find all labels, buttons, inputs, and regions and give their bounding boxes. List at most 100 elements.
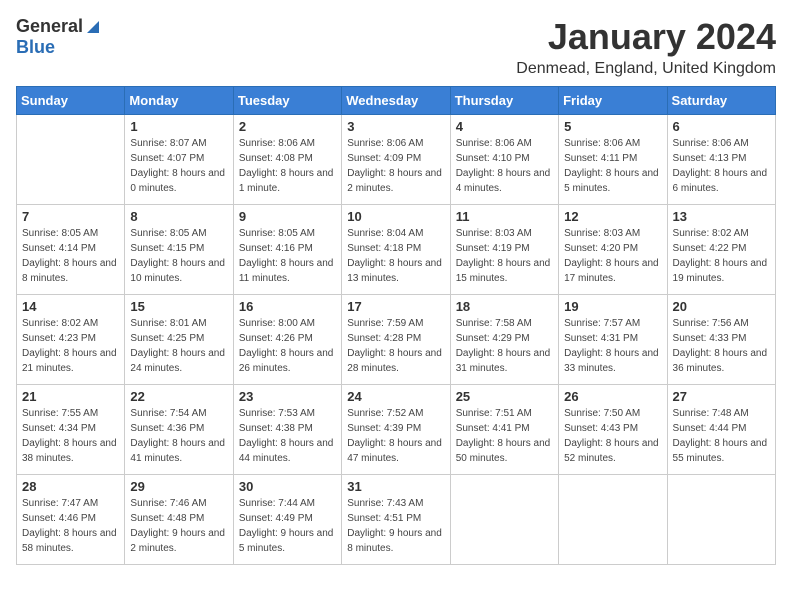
weekday-header-row: SundayMondayTuesdayWednesdayThursdayFrid… <box>17 87 776 115</box>
week-row-4: 21Sunrise: 7:55 AMSunset: 4:34 PMDayligh… <box>17 385 776 475</box>
week-row-3: 14 Sunrise: 8:02 AMSunset: 4:23 PMDayligh… <box>17 295 776 385</box>
day-number: 22 <box>130 389 227 404</box>
calendar-cell: 19 Sunrise: 7:57 AMSunset: 4:31 PMDayligh… <box>559 295 667 385</box>
weekday-header-friday: Friday <box>559 87 667 115</box>
day-number: 26 <box>564 389 661 404</box>
weekday-header-thursday: Thursday <box>450 87 558 115</box>
day-detail: Sunrise: 8:07 AMSunset: 4:07 PMDaylight:… <box>130 136 227 196</box>
calendar-table: SundayMondayTuesdayWednesdayThursdayFrid… <box>16 86 776 565</box>
day-number: 24 <box>347 389 444 404</box>
logo-general-text: General <box>16 16 83 37</box>
title-area: January 2024 Denmead, England, United Ki… <box>516 16 776 78</box>
day-detail: Sunrise: 7:57 AMSunset: 4:31 PMDaylight:… <box>564 316 661 376</box>
logo-triangle-icon <box>85 19 101 35</box>
calendar-cell: 22Sunrise: 7:54 AMSunset: 4:36 PMDayligh… <box>125 385 233 475</box>
day-number: 23 <box>239 389 336 404</box>
day-detail: Sunrise: 8:05 AMSunset: 4:16 PMDaylight:… <box>239 226 336 286</box>
calendar-cell: 3Sunrise: 8:06 AMSunset: 4:09 PMDaylight… <box>342 115 450 205</box>
day-detail: Sunrise: 8:05 AMSunset: 4:14 PMDaylight:… <box>22 226 119 286</box>
day-detail: Sunrise: 7:46 AMSunset: 4:48 PMDaylight:… <box>130 496 227 556</box>
day-number: 27 <box>673 389 770 404</box>
day-detail: Sunrise: 8:06 AMSunset: 4:13 PMDaylight:… <box>673 136 770 196</box>
day-detail: Sunrise: 8:06 AMSunset: 4:08 PMDaylight:… <box>239 136 336 196</box>
day-number: 10 <box>347 209 444 224</box>
day-number: 31 <box>347 479 444 494</box>
logo-blue-text: Blue <box>16 37 55 58</box>
day-number: 28 <box>22 479 119 494</box>
day-detail: Sunrise: 8:03 AMSunset: 4:20 PMDaylight:… <box>564 226 661 286</box>
calendar-cell: 29 Sunrise: 7:46 AMSunset: 4:48 PMDayligh… <box>125 475 233 565</box>
day-number: 17 <box>347 299 444 314</box>
calendar-cell: 14 Sunrise: 8:02 AMSunset: 4:23 PMDayligh… <box>17 295 125 385</box>
calendar-cell: 30Sunrise: 7:44 AMSunset: 4:49 PMDayligh… <box>233 475 341 565</box>
day-detail: Sunrise: 8:02 AMSunset: 4:23 PMDaylight:… <box>22 316 119 376</box>
calendar-cell: 17Sunrise: 7:59 AMSunset: 4:28 PMDayligh… <box>342 295 450 385</box>
calendar-cell: 10 Sunrise: 8:04 AMSunset: 4:18 PMDayligh… <box>342 205 450 295</box>
calendar-cell <box>450 475 558 565</box>
calendar-cell: 27 Sunrise: 7:48 AMSunset: 4:44 PMDayligh… <box>667 385 775 475</box>
calendar-cell <box>17 115 125 205</box>
day-detail: Sunrise: 7:58 AMSunset: 4:29 PMDaylight:… <box>456 316 553 376</box>
calendar-cell: 12 Sunrise: 8:03 AMSunset: 4:20 PMDayligh… <box>559 205 667 295</box>
day-number: 7 <box>22 209 119 224</box>
week-row-1: 1 Sunrise: 8:07 AMSunset: 4:07 PMDaylight… <box>17 115 776 205</box>
day-number: 14 <box>22 299 119 314</box>
calendar-cell <box>667 475 775 565</box>
day-number: 19 <box>564 299 661 314</box>
day-detail: Sunrise: 7:43 AMSunset: 4:51 PMDaylight:… <box>347 496 444 556</box>
day-number: 15 <box>130 299 227 314</box>
day-detail: Sunrise: 8:03 AMSunset: 4:19 PMDaylight:… <box>456 226 553 286</box>
day-number: 3 <box>347 119 444 134</box>
day-detail: Sunrise: 8:06 AMSunset: 4:10 PMDaylight:… <box>456 136 553 196</box>
calendar-cell: 8 Sunrise: 8:05 AMSunset: 4:15 PMDaylight… <box>125 205 233 295</box>
day-number: 6 <box>673 119 770 134</box>
calendar-cell: 15 Sunrise: 8:01 AMSunset: 4:25 PMDayligh… <box>125 295 233 385</box>
day-number: 29 <box>130 479 227 494</box>
calendar-cell: 24 Sunrise: 7:52 AMSunset: 4:39 PMDayligh… <box>342 385 450 475</box>
day-number: 2 <box>239 119 336 134</box>
calendar-cell: 13 Sunrise: 8:02 AMSunset: 4:22 PMDayligh… <box>667 205 775 295</box>
day-detail: Sunrise: 8:01 AMSunset: 4:25 PMDaylight:… <box>130 316 227 376</box>
day-number: 18 <box>456 299 553 314</box>
day-number: 30 <box>239 479 336 494</box>
day-detail: Sunrise: 8:04 AMSunset: 4:18 PMDaylight:… <box>347 226 444 286</box>
day-detail: Sunrise: 7:47 AMSunset: 4:46 PMDaylight:… <box>22 496 119 556</box>
calendar-cell: 18 Sunrise: 7:58 AMSunset: 4:29 PMDayligh… <box>450 295 558 385</box>
weekday-header-saturday: Saturday <box>667 87 775 115</box>
day-detail: Sunrise: 8:02 AMSunset: 4:22 PMDaylight:… <box>673 226 770 286</box>
calendar-cell: 7 Sunrise: 8:05 AMSunset: 4:14 PMDaylight… <box>17 205 125 295</box>
day-detail: Sunrise: 7:51 AMSunset: 4:41 PMDaylight:… <box>456 406 553 466</box>
day-number: 13 <box>673 209 770 224</box>
week-row-2: 7 Sunrise: 8:05 AMSunset: 4:14 PMDaylight… <box>17 205 776 295</box>
logo: General Blue <box>16 16 101 58</box>
day-detail: Sunrise: 8:06 AMSunset: 4:11 PMDaylight:… <box>564 136 661 196</box>
calendar-cell: 9Sunrise: 8:05 AMSunset: 4:16 PMDaylight… <box>233 205 341 295</box>
calendar-cell: 21Sunrise: 7:55 AMSunset: 4:34 PMDayligh… <box>17 385 125 475</box>
calendar-cell: 28 Sunrise: 7:47 AMSunset: 4:46 PMDayligh… <box>17 475 125 565</box>
weekday-header-monday: Monday <box>125 87 233 115</box>
calendar-cell: 4Sunrise: 8:06 AMSunset: 4:10 PMDaylight… <box>450 115 558 205</box>
day-number: 16 <box>239 299 336 314</box>
calendar-cell: 2 Sunrise: 8:06 AMSunset: 4:08 PMDaylight… <box>233 115 341 205</box>
location-title: Denmead, England, United Kingdom <box>516 60 776 78</box>
day-detail: Sunrise: 8:05 AMSunset: 4:15 PMDaylight:… <box>130 226 227 286</box>
month-title: January 2024 <box>516 16 776 58</box>
calendar-cell: 25 Sunrise: 7:51 AMSunset: 4:41 PMDayligh… <box>450 385 558 475</box>
day-number: 11 <box>456 209 553 224</box>
calendar-cell: 11 Sunrise: 8:03 AMSunset: 4:19 PMDayligh… <box>450 205 558 295</box>
day-detail: Sunrise: 7:50 AMSunset: 4:43 PMDaylight:… <box>564 406 661 466</box>
header: General Blue January 2024 Denmead, Engla… <box>16 16 776 78</box>
day-number: 12 <box>564 209 661 224</box>
day-number: 1 <box>130 119 227 134</box>
day-detail: Sunrise: 7:48 AMSunset: 4:44 PMDaylight:… <box>673 406 770 466</box>
day-number: 25 <box>456 389 553 404</box>
day-detail: Sunrise: 8:00 AMSunset: 4:26 PMDaylight:… <box>239 316 336 376</box>
day-detail: Sunrise: 7:53 AMSunset: 4:38 PMDaylight:… <box>239 406 336 466</box>
day-number: 8 <box>130 209 227 224</box>
day-detail: Sunrise: 7:56 AMSunset: 4:33 PMDaylight:… <box>673 316 770 376</box>
calendar-cell: 16 Sunrise: 8:00 AMSunset: 4:26 PMDayligh… <box>233 295 341 385</box>
weekday-header-sunday: Sunday <box>17 87 125 115</box>
calendar-cell: 1 Sunrise: 8:07 AMSunset: 4:07 PMDaylight… <box>125 115 233 205</box>
day-detail: Sunrise: 7:52 AMSunset: 4:39 PMDaylight:… <box>347 406 444 466</box>
day-number: 20 <box>673 299 770 314</box>
